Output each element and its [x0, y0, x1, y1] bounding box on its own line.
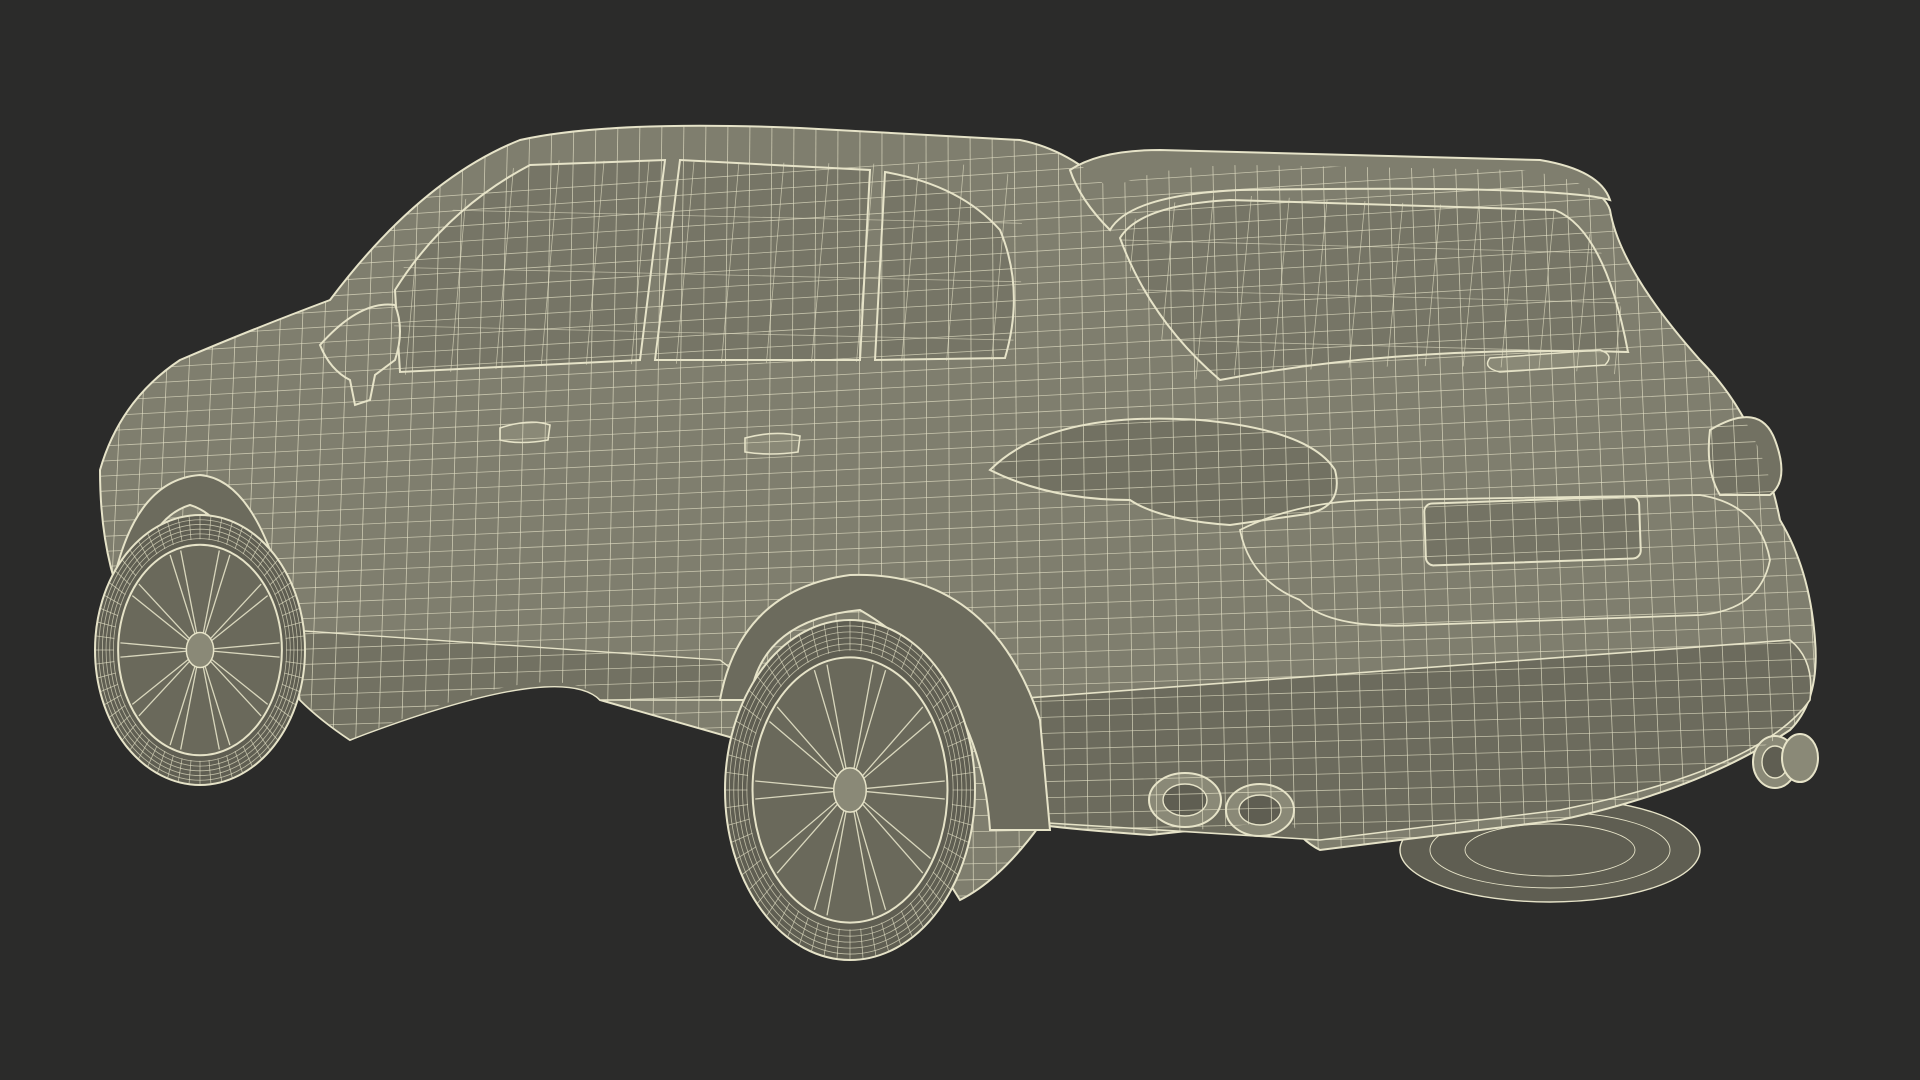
car-wireframe-model: [0, 0, 1920, 1080]
rear-right-wheel: [724, 619, 976, 961]
render-viewport: [0, 0, 1920, 1080]
front-left-wheel: [94, 514, 306, 786]
hub-cap: [833, 767, 867, 813]
right-exhaust-pair: [1752, 733, 1819, 789]
hub-cap: [185, 631, 215, 669]
